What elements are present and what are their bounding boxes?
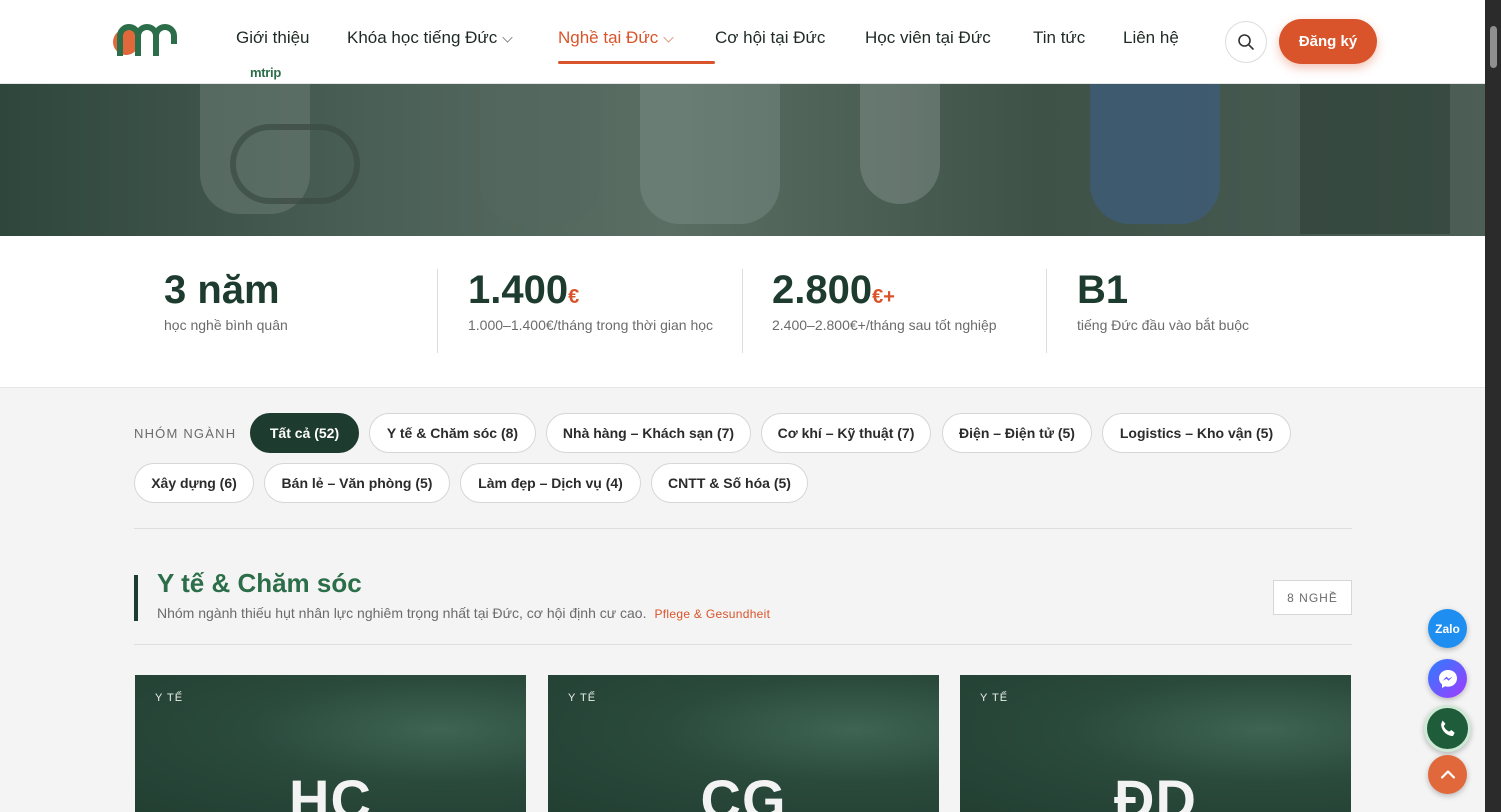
nav-gioi-thieu[interactable]: Giới thiệu: [236, 28, 347, 64]
nav-hoc-vien[interactable]: Học viên tại Đức: [865, 28, 1033, 64]
chip-mechanical[interactable]: Cơ khí – Kỹ thuật (7): [761, 413, 931, 453]
nav-nghe-tai-duc[interactable]: Nghề tại Đức: [558, 28, 715, 64]
chip-beauty[interactable]: Làm đẹp – Dịch vụ (4): [460, 463, 641, 503]
section-accent-bar: [134, 575, 138, 621]
logo-text: mtrip: [250, 65, 282, 80]
chip-hospitality[interactable]: Nhà hàng – Khách sạn (7): [546, 413, 751, 453]
stat-value: B1: [1077, 268, 1129, 312]
nav-khoa-hoc[interactable]: Khóa học tiếng Đức: [347, 28, 558, 64]
main-nav: Giới thiệu Khóa học tiếng Đức Nghề tại Đ…: [236, 28, 1193, 64]
card-category: Y TẾ: [155, 692, 184, 704]
stat-training-salary: 1.400€ 1.000–1.400€/tháng trong thời gia…: [468, 236, 728, 388]
register-button[interactable]: Đăng ký: [1279, 19, 1377, 64]
job-card[interactable]: Y TẾ ĐD: [960, 675, 1351, 812]
filter-label: NHÓM NGÀNH: [134, 426, 237, 441]
nav-label: Giới thiệu: [236, 28, 310, 47]
divider: [134, 528, 1352, 529]
hero-image: [0, 84, 1485, 236]
stat-value: 2.800€+: [772, 268, 895, 312]
stat-desc: 2.400–2.800€+/tháng sau tốt nghiệp: [772, 317, 997, 333]
chip-construction[interactable]: Xây dựng (6): [134, 463, 254, 503]
chip-it[interactable]: CNTT & Số hóa (5): [651, 463, 808, 503]
logo[interactable]: mtrip: [112, 22, 281, 80]
card-category: Y TẾ: [568, 692, 597, 704]
nav-co-hoi[interactable]: Cơ hội tại Đức: [715, 28, 865, 64]
chip-healthcare[interactable]: Y tế & Chăm sóc (8): [369, 413, 536, 453]
stat-duration: 3 năm học nghề bình quân: [164, 236, 424, 388]
stat-desc: học nghề bình quân: [164, 317, 288, 333]
back-to-top-button[interactable]: [1428, 755, 1467, 794]
stat-desc: 1.000–1.400€/tháng trong thời gian học: [468, 317, 714, 333]
chip-logistics[interactable]: Logistics – Kho vận (5): [1102, 413, 1291, 453]
chip-electrical[interactable]: Điện – Điện tử (5): [942, 413, 1092, 453]
divider: [134, 644, 1352, 645]
zalo-icon: Zalo: [1435, 621, 1460, 636]
scrollbar[interactable]: [1485, 0, 1501, 812]
count-badge: 8 NGHỀ: [1273, 580, 1352, 615]
messenger-icon: [1438, 669, 1457, 688]
card-code: HC: [289, 768, 372, 812]
nav-label: Liên hệ: [1123, 28, 1179, 47]
stat-divider: [437, 269, 438, 353]
zalo-button[interactable]: Zalo: [1428, 609, 1467, 648]
card-code: ĐD: [1114, 768, 1197, 812]
nav-label: Cơ hội tại Đức: [715, 28, 826, 47]
chevron-down-icon: [663, 32, 674, 43]
section-subtitle-text: Nhóm ngành thiếu hụt nhân lực nghiêm trọ…: [157, 605, 647, 621]
nav-label: Nghề tại Đức: [558, 28, 659, 47]
stat-desc: tiếng Đức đầu vào bắt buộc: [1077, 317, 1250, 333]
scrollbar-thumb[interactable]: [1490, 26, 1497, 68]
stat-divider: [742, 269, 743, 353]
messenger-button[interactable]: [1428, 659, 1467, 698]
phone-button[interactable]: [1424, 705, 1471, 752]
nav-label: Học viên tại Đức: [865, 28, 991, 47]
section-title: Y tế & Chăm sóc: [157, 568, 362, 598]
phone-icon: [1440, 720, 1455, 736]
arrow-up-icon: [1440, 769, 1455, 779]
chevron-down-icon: [502, 32, 513, 43]
card-code: CG: [700, 768, 787, 812]
search-icon: [1238, 34, 1254, 50]
nav-lien-he[interactable]: Liên hệ: [1123, 28, 1193, 64]
search-button[interactable]: [1225, 21, 1267, 63]
stats-bar: 3 năm học nghề bình quân 1.400€ 1.000–1.…: [0, 236, 1485, 388]
section-tag: Pflege & Gesundheit: [654, 607, 771, 621]
logo-mark-icon: [113, 24, 177, 56]
nav-tin-tuc[interactable]: Tin tức: [1033, 28, 1123, 64]
chip-all[interactable]: Tất cả (52): [250, 413, 359, 453]
site-header: mtrip Giới thiệu Khóa học tiếng Đức Nghề…: [0, 0, 1485, 84]
nav-label: Tin tức: [1033, 28, 1086, 47]
stat-value: 3 năm: [164, 268, 280, 312]
card-category: Y TẾ: [980, 692, 1009, 704]
nav-label: Khóa học tiếng Đức: [347, 28, 498, 47]
section-subtitle: Nhóm ngành thiếu hụt nhân lực nghiêm trọ…: [157, 605, 770, 621]
job-card[interactable]: Y TẾ HC: [135, 675, 526, 812]
stat-value: 1.400€: [468, 268, 580, 312]
stat-graduate-salary: 2.800€+ 2.400–2.800€+/tháng sau tốt nghi…: [772, 236, 1032, 388]
stat-language-level: B1 tiếng Đức đầu vào bắt buộc: [1077, 236, 1337, 388]
chip-retail-office[interactable]: Bán lẻ – Văn phòng (5): [264, 463, 450, 503]
stat-divider: [1046, 269, 1047, 353]
job-card[interactable]: Y TẾ CG: [548, 675, 939, 812]
